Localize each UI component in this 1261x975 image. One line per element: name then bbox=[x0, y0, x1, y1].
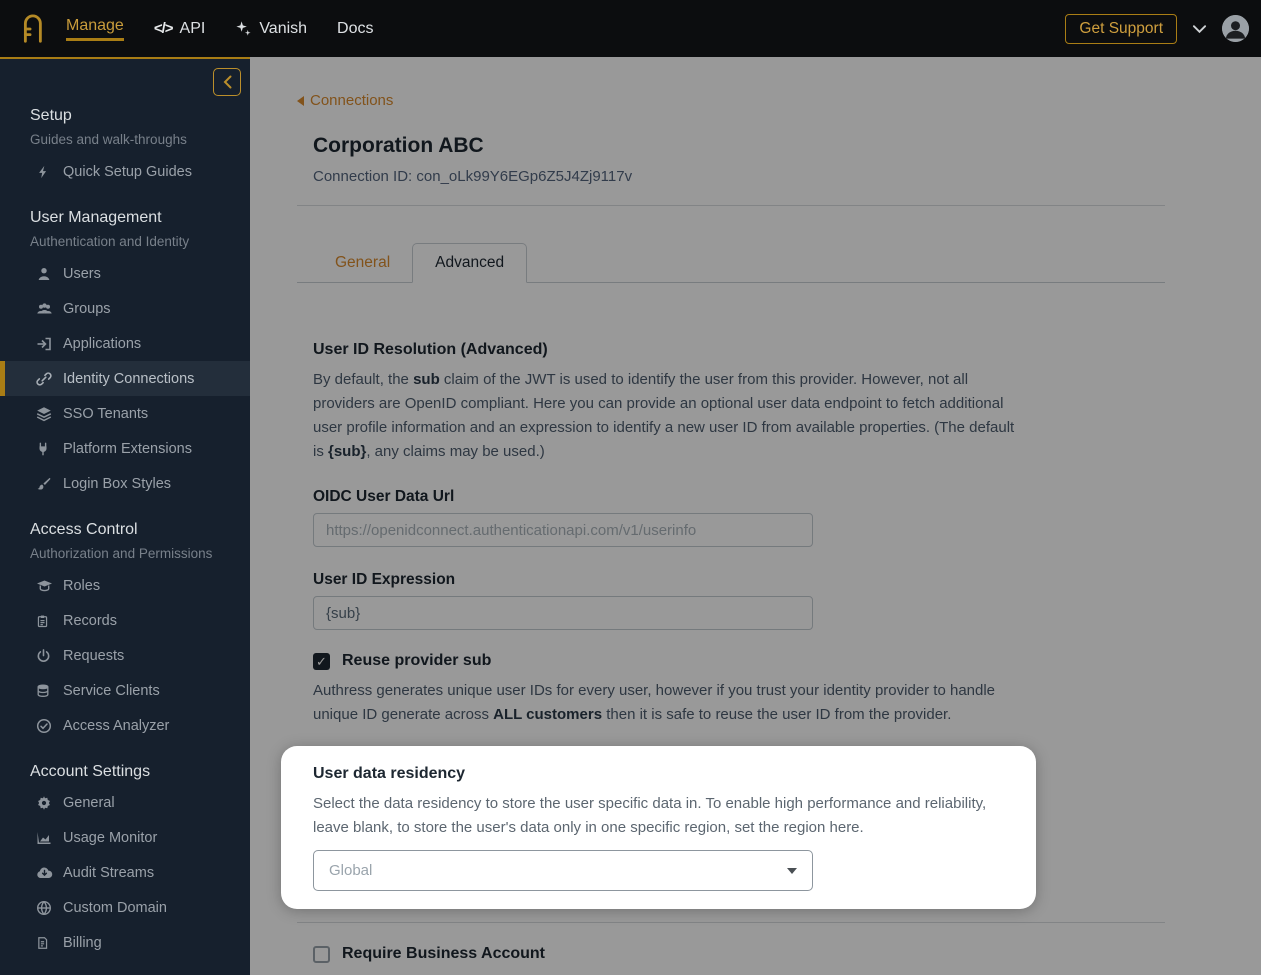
sparkle-icon bbox=[235, 20, 252, 37]
sidebar-item-label: Access Analyzer bbox=[63, 718, 169, 734]
billing-icon bbox=[36, 935, 54, 951]
sidebar-item-groups[interactable]: Groups bbox=[0, 291, 250, 326]
sidebar-nav: Setup Guides and walk-throughs Quick Set… bbox=[0, 59, 250, 960]
sidebar-item-platform-extensions[interactable]: Platform Extensions bbox=[0, 431, 250, 466]
cloud-download-icon bbox=[36, 865, 54, 881]
sidebar-section-access-control: Access Control Authorization and Permiss… bbox=[0, 521, 250, 743]
sidebar-item-requests[interactable]: Requests bbox=[0, 638, 250, 673]
sidebar-item-roles[interactable]: Roles bbox=[0, 568, 250, 603]
chart-icon bbox=[36, 830, 54, 846]
sidebar-item-label: Identity Connections bbox=[63, 371, 194, 387]
sidebar-item-users[interactable]: Users bbox=[0, 256, 250, 291]
section-subtitle: Guides and walk-throughs bbox=[30, 132, 250, 147]
brush-icon bbox=[36, 476, 54, 492]
top-navbar: Manage </> API Vanish Docs bbox=[0, 0, 1261, 57]
graduation-cap-icon bbox=[36, 578, 54, 594]
sidebar: Setup Guides and walk-throughs Quick Set… bbox=[0, 57, 250, 975]
sidebar-item-label: Service Clients bbox=[63, 683, 160, 699]
sidebar-item-usage-monitor[interactable]: Usage Monitor bbox=[0, 820, 250, 855]
power-icon bbox=[36, 648, 54, 664]
sidebar-item-label: Audit Streams bbox=[63, 865, 154, 881]
nav-item-label: Vanish bbox=[259, 20, 307, 38]
sidebar-item-applications[interactable]: Applications bbox=[0, 326, 250, 361]
check-circle-icon bbox=[36, 718, 54, 734]
nav-menu: Manage </> API Vanish Docs bbox=[66, 17, 374, 41]
link-icon bbox=[36, 371, 54, 387]
sidebar-item-label: Usage Monitor bbox=[63, 830, 157, 846]
sidebar-item-service-clients[interactable]: Service Clients bbox=[0, 673, 250, 708]
clipboard-icon bbox=[36, 613, 54, 629]
sidebar-item-label: Records bbox=[63, 613, 117, 629]
sidebar-item-billing[interactable]: Billing bbox=[0, 925, 250, 960]
section-subtitle: Authorization and Permissions bbox=[30, 546, 250, 561]
sidebar-item-label: Requests bbox=[63, 648, 124, 664]
sidebar-item-quick-setup-guides[interactable]: Quick Setup Guides bbox=[0, 154, 250, 189]
sidebar-item-label: Groups bbox=[63, 301, 111, 317]
code-icon: </> bbox=[154, 20, 173, 37]
navbar-left: Manage </> API Vanish Docs bbox=[16, 9, 374, 49]
user-data-residency-description: Select the data residency to store the u… bbox=[313, 792, 993, 840]
sidebar-item-label: SSO Tenants bbox=[63, 406, 148, 422]
sign-in-icon bbox=[36, 336, 54, 352]
sidebar-item-label: Roles bbox=[63, 578, 100, 594]
nav-item-manage[interactable]: Manage bbox=[66, 17, 124, 41]
sidebar-section-setup: Setup Guides and walk-throughs Quick Set… bbox=[0, 107, 250, 189]
section-subtitle: Authentication and Identity bbox=[30, 234, 250, 249]
authress-logo[interactable] bbox=[16, 9, 50, 49]
chevron-left-icon bbox=[223, 75, 232, 89]
sidebar-item-label: General bbox=[63, 795, 115, 811]
nav-item-docs[interactable]: Docs bbox=[337, 20, 373, 38]
sidebar-item-label: Platform Extensions bbox=[63, 441, 192, 457]
user-data-residency-card: User data residency Select the data resi… bbox=[281, 746, 1036, 909]
layers-icon bbox=[36, 406, 54, 422]
sidebar-item-identity-connections[interactable]: Identity Connections bbox=[0, 361, 250, 396]
nav-item-vanish[interactable]: Vanish bbox=[235, 20, 307, 38]
user-data-residency-heading: User data residency bbox=[313, 765, 993, 783]
sidebar-item-label: Billing bbox=[63, 935, 102, 951]
sidebar-section-user-management: User Management Authentication and Ident… bbox=[0, 209, 250, 501]
gear-icon bbox=[36, 795, 54, 811]
nav-item-label: API bbox=[180, 20, 206, 38]
sidebar-item-general[interactable]: General bbox=[0, 785, 250, 820]
sidebar-item-label: Quick Setup Guides bbox=[63, 164, 192, 180]
sidebar-item-login-box-styles[interactable]: Login Box Styles bbox=[0, 466, 250, 501]
get-support-button[interactable]: Get Support bbox=[1065, 14, 1177, 44]
app-root: Manage </> API Vanish Docs bbox=[0, 0, 1261, 975]
section-title: Setup bbox=[30, 107, 250, 125]
sidebar-collapse-button[interactable] bbox=[213, 68, 241, 96]
sidebar-item-label: Users bbox=[63, 266, 101, 282]
sidebar-item-label: Login Box Styles bbox=[63, 476, 171, 492]
bolt-icon bbox=[36, 164, 54, 180]
avatar-icon[interactable] bbox=[1222, 15, 1249, 42]
section-title: Account Settings bbox=[30, 763, 250, 781]
sidebar-item-records[interactable]: Records bbox=[0, 603, 250, 638]
data-residency-selected-value: Global bbox=[329, 862, 372, 879]
caret-down-icon bbox=[787, 868, 797, 874]
user-icon bbox=[36, 266, 54, 282]
sidebar-item-audit-streams[interactable]: Audit Streams bbox=[0, 855, 250, 890]
body-row: Setup Guides and walk-throughs Quick Set… bbox=[0, 57, 1261, 975]
globe-icon bbox=[36, 900, 54, 916]
database-icon bbox=[36, 683, 54, 699]
nav-item-api[interactable]: </> API bbox=[154, 20, 205, 38]
sidebar-item-sso-tenants[interactable]: SSO Tenants bbox=[0, 396, 250, 431]
chevron-down-icon[interactable] bbox=[1192, 24, 1207, 34]
sidebar-item-label: Applications bbox=[63, 336, 141, 352]
sidebar-item-label: Custom Domain bbox=[63, 900, 167, 916]
main-content: Connections Corporation ABC Connection I… bbox=[250, 57, 1261, 975]
navbar-right: Get Support bbox=[1065, 14, 1249, 44]
section-title: User Management bbox=[30, 209, 250, 227]
section-title: Access Control bbox=[30, 521, 250, 539]
users-icon bbox=[36, 301, 54, 317]
sidebar-item-access-analyzer[interactable]: Access Analyzer bbox=[0, 708, 250, 743]
sidebar-item-custom-domain[interactable]: Custom Domain bbox=[0, 890, 250, 925]
sidebar-section-account-settings: Account Settings General bbox=[0, 763, 250, 960]
data-residency-select[interactable]: Global bbox=[313, 850, 813, 891]
plug-icon bbox=[36, 441, 54, 457]
